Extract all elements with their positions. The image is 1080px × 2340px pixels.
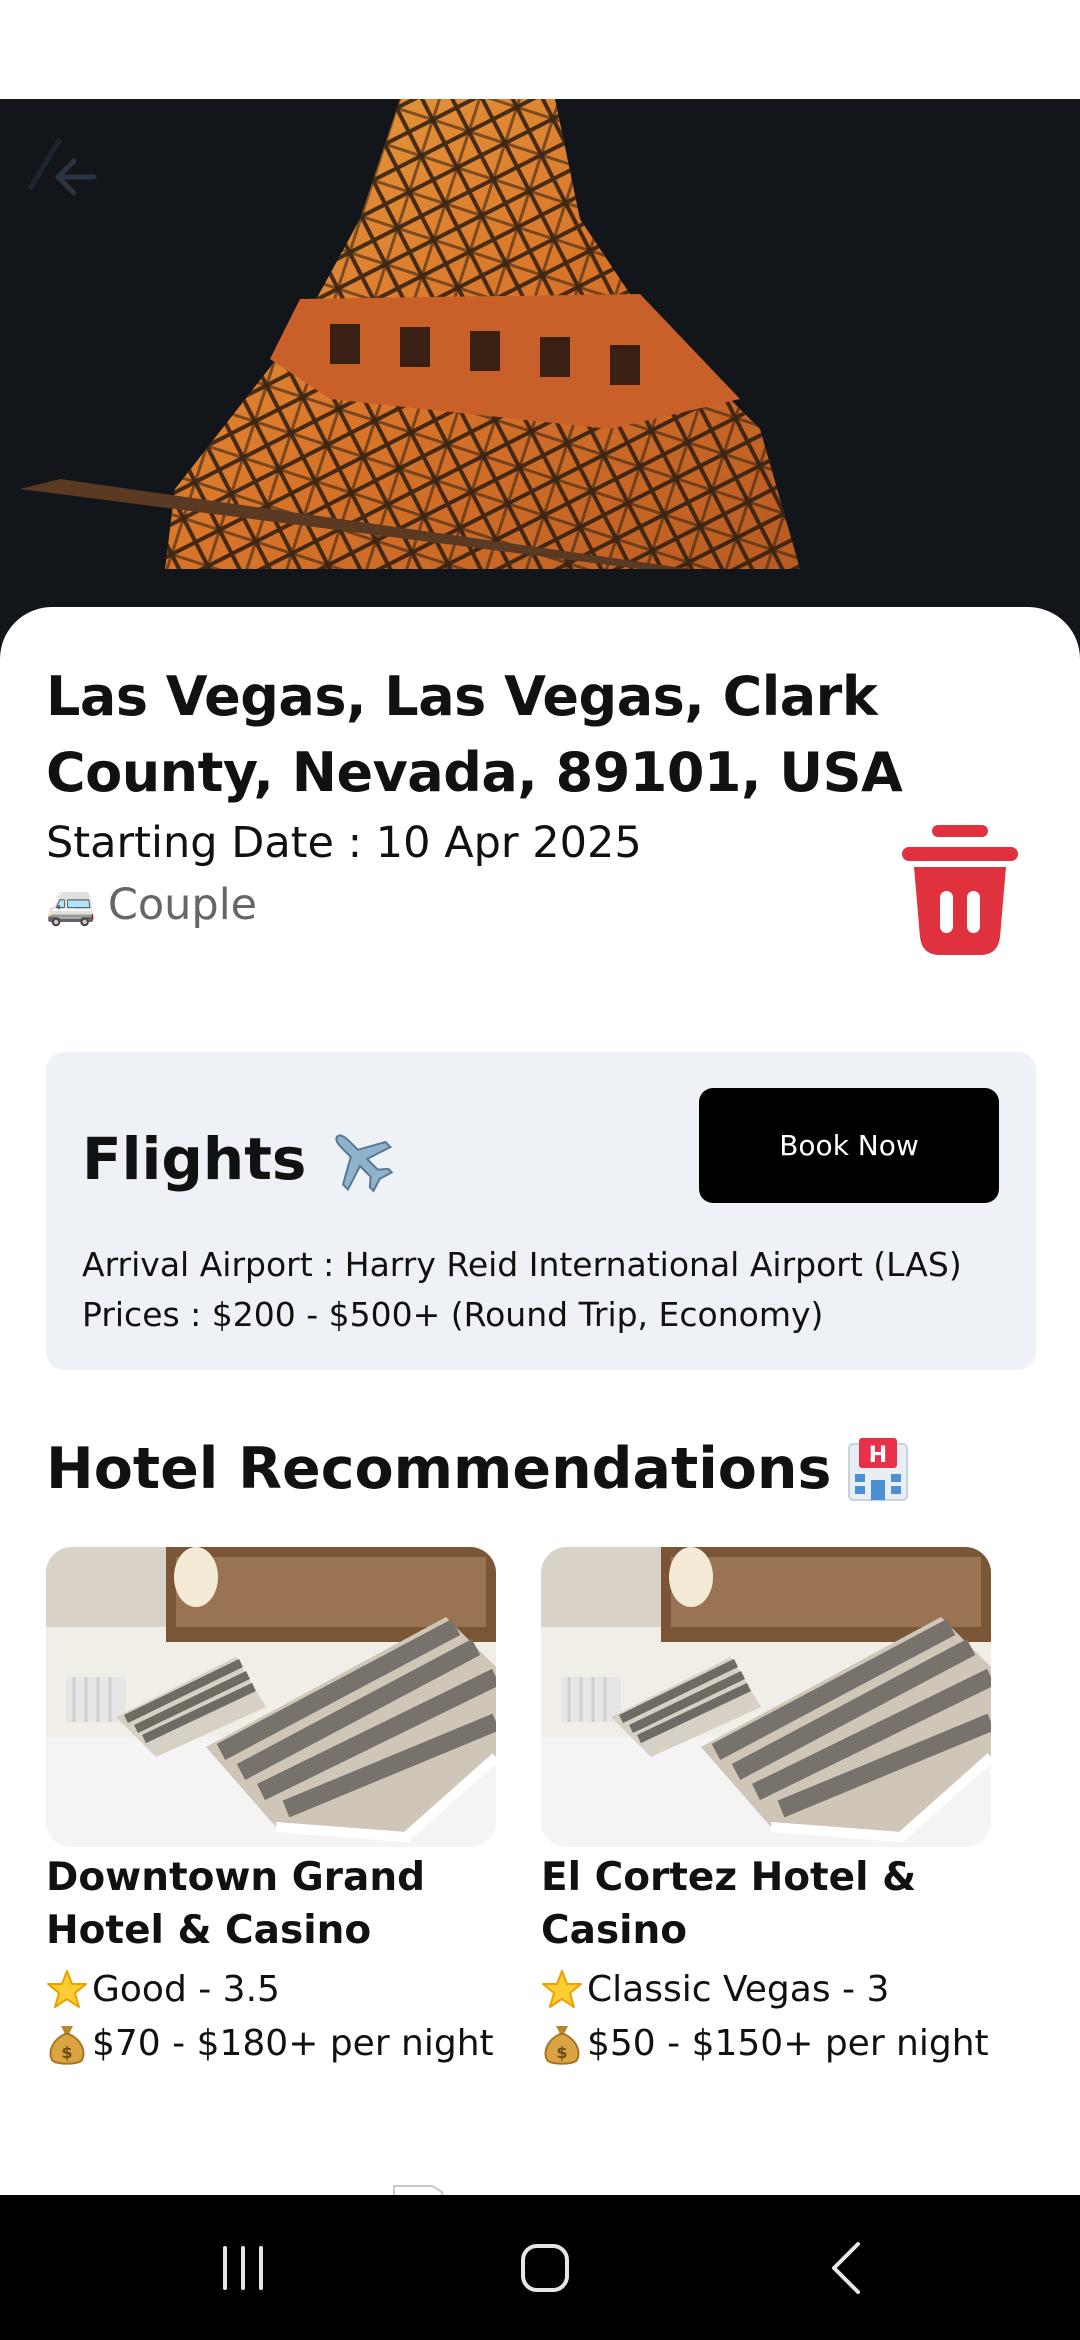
hotel-rating: Classic Vegas - 3 — [541, 1963, 991, 2017]
arrival-airport: Arrival Airport : Harry Reid Internation… — [82, 1245, 962, 1284]
hotels-heading-label: Hotel Recommendations — [46, 1436, 832, 1502]
status-bar — [0, 0, 1080, 99]
van-icon: 🚐 — [46, 882, 96, 928]
home-icon — [521, 2243, 569, 2292]
back-chevron-icon — [832, 2241, 860, 2294]
hotel-image — [46, 1547, 496, 1847]
recents-icon — [223, 2245, 263, 2290]
hotel-image — [541, 1547, 991, 1847]
hotel-price-label: $70 - $180+ per night — [92, 2023, 494, 2064]
system-back-button[interactable] — [795, 2225, 905, 2310]
hotel-price: $ $70 - $180+ per night — [46, 2017, 496, 2071]
svg-text:$: $ — [556, 2043, 567, 2062]
travelers: 🚐 Couple — [46, 877, 257, 933]
hotel-price: $ $50 - $150+ per night — [541, 2017, 991, 2071]
starting-date: Starting Date : 10 Apr 2025 — [46, 818, 642, 868]
flights-title: Flights — [82, 1125, 307, 1193]
arrow-left-icon — [55, 158, 97, 196]
back-button[interactable] — [48, 149, 120, 221]
airplane-icon — [335, 1134, 394, 1193]
hotel-rating-label: Good - 3.5 — [92, 1969, 280, 2010]
system-navigation-bar — [0, 2195, 1080, 2340]
trash-icon — [902, 825, 1018, 955]
delete-trip-button[interactable] — [902, 825, 1018, 955]
hotel-room-photo — [541, 1547, 991, 1847]
star-icon — [541, 1969, 587, 2011]
hotel-name: Downtown Grand Hotel & Casino — [46, 1855, 426, 1953]
hotel-recommendations-heading: Hotel Recommendations H — [46, 1432, 911, 1506]
destination-title: Las Vegas, Las Vegas, Clark County, Neva… — [46, 665, 903, 804]
recents-button[interactable] — [188, 2225, 298, 2310]
trip-details-screen: Las Vegas, Las Vegas, Clark County, Neva… — [0, 0, 1080, 2340]
svg-text:H: H — [869, 1443, 887, 1468]
hotel-card[interactable]: Downtown Grand Hotel & Casino Good - 3.5… — [46, 1547, 496, 2071]
svg-text:$: $ — [61, 2043, 72, 2062]
hotel-price-label: $50 - $150+ per night — [587, 2023, 989, 2064]
home-button[interactable] — [490, 2225, 600, 2310]
money-bag-icon: $ — [541, 2022, 587, 2066]
hotel-name: El Cortez Hotel & Casino — [541, 1855, 917, 1953]
flight-prices: Prices : $200 - $500+ (Round Trip, Econo… — [82, 1295, 824, 1334]
flights-card: Flights Book Now Arrival Airport : Harry… — [46, 1052, 1036, 1370]
travelers-label: Couple — [107, 880, 258, 930]
book-now-button[interactable]: Book Now — [699, 1088, 999, 1203]
money-bag-icon: $ — [46, 2022, 92, 2066]
star-icon — [46, 1969, 92, 2011]
hotel-icon: H — [848, 1438, 909, 1501]
eiffel-tower-illustration — [0, 99, 1080, 659]
hero-image — [0, 99, 1080, 659]
trip-detail-sheet: Las Vegas, Las Vegas, Clark County, Neva… — [0, 607, 1080, 2196]
hotel-rating: Good - 3.5 — [46, 1963, 496, 2017]
hotel-rating-label: Classic Vegas - 3 — [587, 1969, 890, 2010]
hotel-card[interactable]: El Cortez Hotel & Casino Classic Vegas -… — [541, 1547, 991, 2071]
flights-heading: Flights — [82, 1124, 394, 1194]
hotel-room-photo — [46, 1547, 496, 1847]
